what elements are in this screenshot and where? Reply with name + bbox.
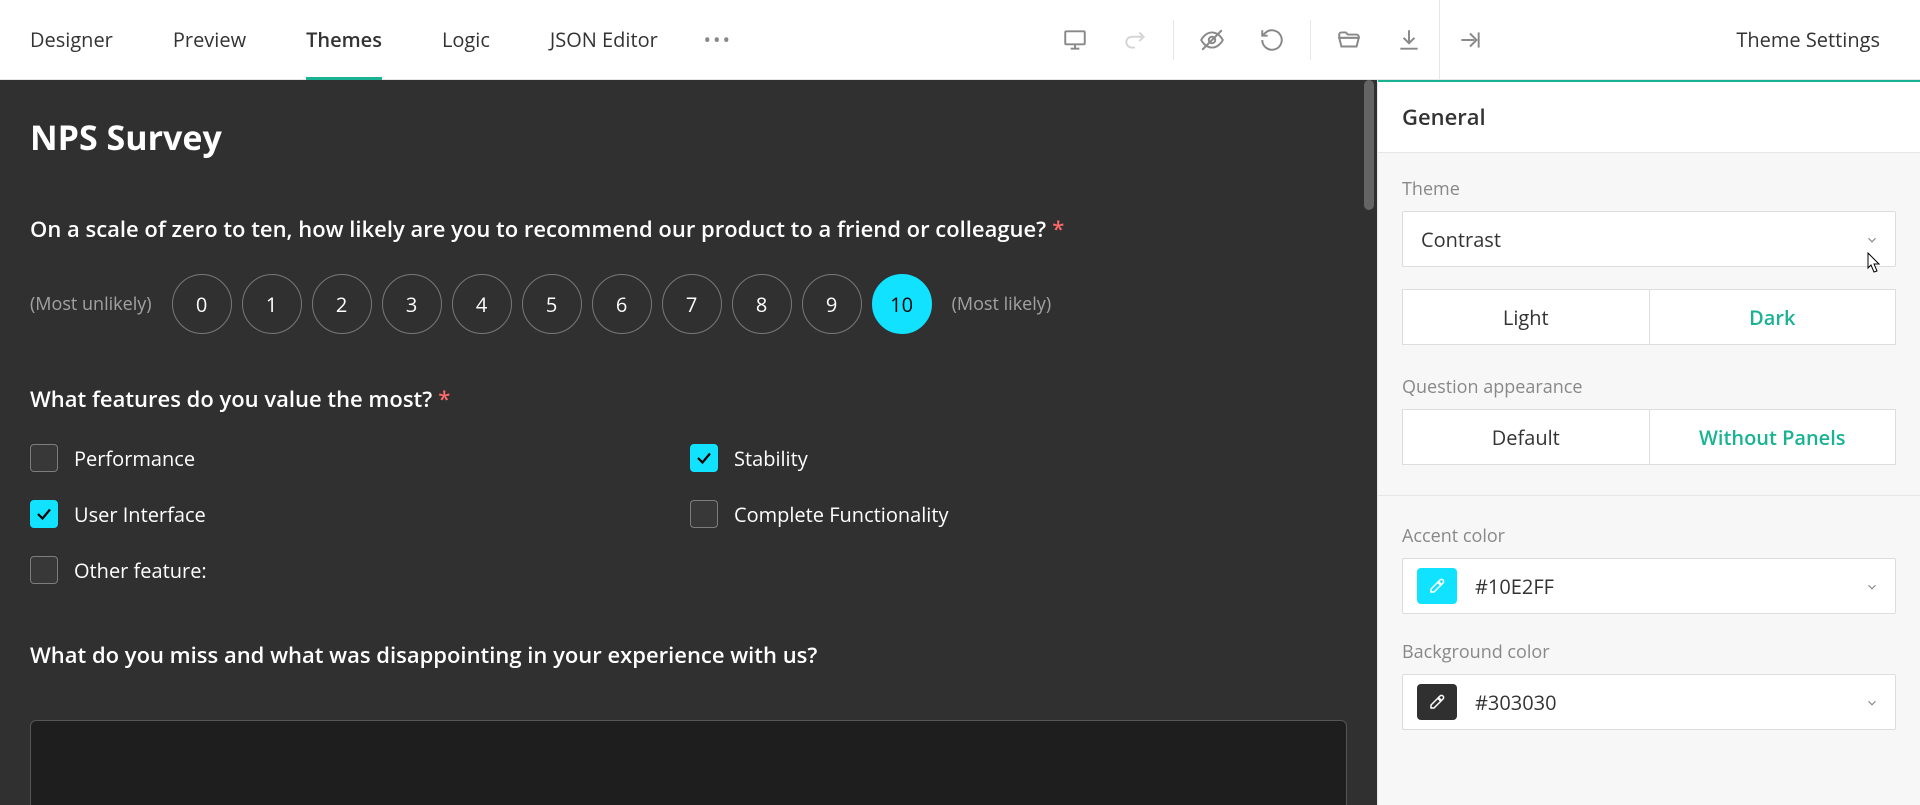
bg-color-label: Background color [1402, 640, 1896, 664]
appearance-default-button[interactable]: Default [1402, 409, 1650, 465]
accent-color-value: #10E2FF [1475, 573, 1554, 600]
reset-icon [1259, 27, 1285, 53]
redo-icon [1122, 27, 1148, 53]
mode-dark-button[interactable]: Dark [1650, 289, 1897, 345]
scale-cell-5[interactable]: 5 [522, 274, 582, 334]
q1-title: On a scale of zero to ten, how likely ar… [30, 214, 1347, 244]
scale-cell-4[interactable]: 4 [452, 274, 512, 334]
accent-swatch [1417, 568, 1457, 604]
appearance-label: Question appearance [1402, 375, 1896, 399]
scale-cell-3[interactable]: 3 [382, 274, 442, 334]
required-mark: * [438, 384, 450, 414]
q2-title: What features do you value the most?* [30, 384, 1347, 414]
tab-logic[interactable]: Logic [412, 0, 520, 79]
divider [1310, 20, 1311, 60]
open-folder-button[interactable] [1319, 0, 1379, 79]
checkbox-label: User Interface [74, 501, 206, 528]
tabs: Designer Preview Themes Logic JSON Edito… [0, 0, 748, 79]
preview-area: NPS Survey On a scale of zero to ten, ho… [0, 80, 1377, 805]
scale-cell-6[interactable]: 6 [592, 274, 652, 334]
appearance-without-panels-button[interactable]: Without Panels [1650, 409, 1897, 465]
checkbox-row-other-feature[interactable]: Other feature: [30, 556, 690, 584]
mode-light-button[interactable]: Light [1402, 289, 1650, 345]
survey-title: NPS Survey [30, 114, 1347, 160]
folder-open-icon [1336, 27, 1362, 53]
divider [1378, 495, 1920, 496]
scale-cell-7[interactable]: 7 [662, 274, 722, 334]
download-icon [1396, 27, 1422, 53]
required-mark: * [1052, 214, 1064, 244]
checkbox[interactable] [30, 500, 58, 528]
eyedropper-icon [1428, 577, 1446, 595]
eyedropper-icon [1428, 693, 1446, 711]
scale-cell-2[interactable]: 2 [312, 274, 372, 334]
scale-cell-8[interactable]: 8 [732, 274, 792, 334]
chevron-down-icon [1865, 689, 1879, 716]
tab-json-editor[interactable]: JSON Editor [520, 0, 688, 79]
theme-label: Theme [1402, 177, 1896, 201]
checkbox-label: Complete Functionality [734, 501, 948, 528]
q3-textarea[interactable] [30, 720, 1347, 805]
checkbox-label: Other feature: [74, 557, 207, 584]
checkbox-row-complete-functionality[interactable]: Complete Functionality [690, 500, 1347, 528]
eye-off-icon [1199, 27, 1225, 53]
checkbox-row-stability[interactable]: Stability [690, 444, 1347, 472]
bg-color-value: #303030 [1475, 689, 1557, 716]
checkbox[interactable] [30, 556, 58, 584]
tab-designer[interactable]: Designer [0, 0, 143, 79]
panel-title: Theme Settings [1736, 26, 1880, 53]
checkbox[interactable] [30, 444, 58, 472]
checkbox[interactable] [690, 444, 718, 472]
scale-cell-1[interactable]: 1 [242, 274, 302, 334]
more-tabs-button[interactable]: ••• [688, 0, 748, 79]
section-general-header[interactable]: General [1378, 80, 1920, 153]
divider [1173, 20, 1174, 60]
topbar: Designer Preview Themes Logic JSON Edito… [0, 0, 1920, 80]
scrollbar-thumb[interactable] [1364, 80, 1374, 210]
bg-swatch [1417, 684, 1457, 720]
checkbox-label: Stability [734, 445, 808, 472]
scale-hint-low: (Most unlikely) [30, 292, 152, 316]
tab-preview[interactable]: Preview [143, 0, 276, 79]
scale-cell-9[interactable]: 9 [802, 274, 862, 334]
theme-mode-toggle: Light Dark [1402, 289, 1896, 345]
hide-preview-button[interactable] [1182, 0, 1242, 79]
checkbox-row-user-interface[interactable]: User Interface [30, 500, 690, 528]
redo-button[interactable] [1105, 0, 1165, 79]
desktop-icon [1062, 27, 1088, 53]
side-panel: General Theme Contrast Light Dark Questi… [1377, 80, 1920, 805]
top-actions: Theme Settings [1045, 0, 1920, 79]
appearance-toggle: Default Without Panels [1402, 409, 1896, 465]
scale-cell-10[interactable]: 10 [872, 274, 932, 334]
reset-button[interactable] [1242, 0, 1302, 79]
scale-hint-high: (Most likely) [952, 292, 1052, 316]
scale-cell-0[interactable]: 0 [172, 274, 232, 334]
q3-title: What do you miss and what was disappoint… [30, 640, 1347, 670]
checkbox-row-performance[interactable]: Performance [30, 444, 690, 472]
accent-color-label: Accent color [1402, 524, 1896, 548]
device-preview-button[interactable] [1045, 0, 1105, 79]
chevron-down-icon [1865, 226, 1879, 253]
collapse-right-icon [1457, 27, 1483, 53]
download-button[interactable] [1379, 0, 1439, 79]
rating-scale: (Most unlikely) 0 1 2 3 4 5 6 7 8 9 10 (… [30, 274, 1347, 334]
tab-themes[interactable]: Themes [276, 0, 412, 79]
theme-select-value: Contrast [1421, 226, 1501, 253]
chevron-down-icon [1865, 573, 1879, 600]
collapse-panel-button[interactable] [1440, 0, 1500, 79]
theme-select[interactable]: Contrast [1402, 211, 1896, 267]
accent-color-picker[interactable]: #10E2FF [1402, 558, 1896, 614]
checkbox-label: Performance [74, 445, 195, 472]
bg-color-picker[interactable]: #303030 [1402, 674, 1896, 730]
checkbox[interactable] [690, 500, 718, 528]
